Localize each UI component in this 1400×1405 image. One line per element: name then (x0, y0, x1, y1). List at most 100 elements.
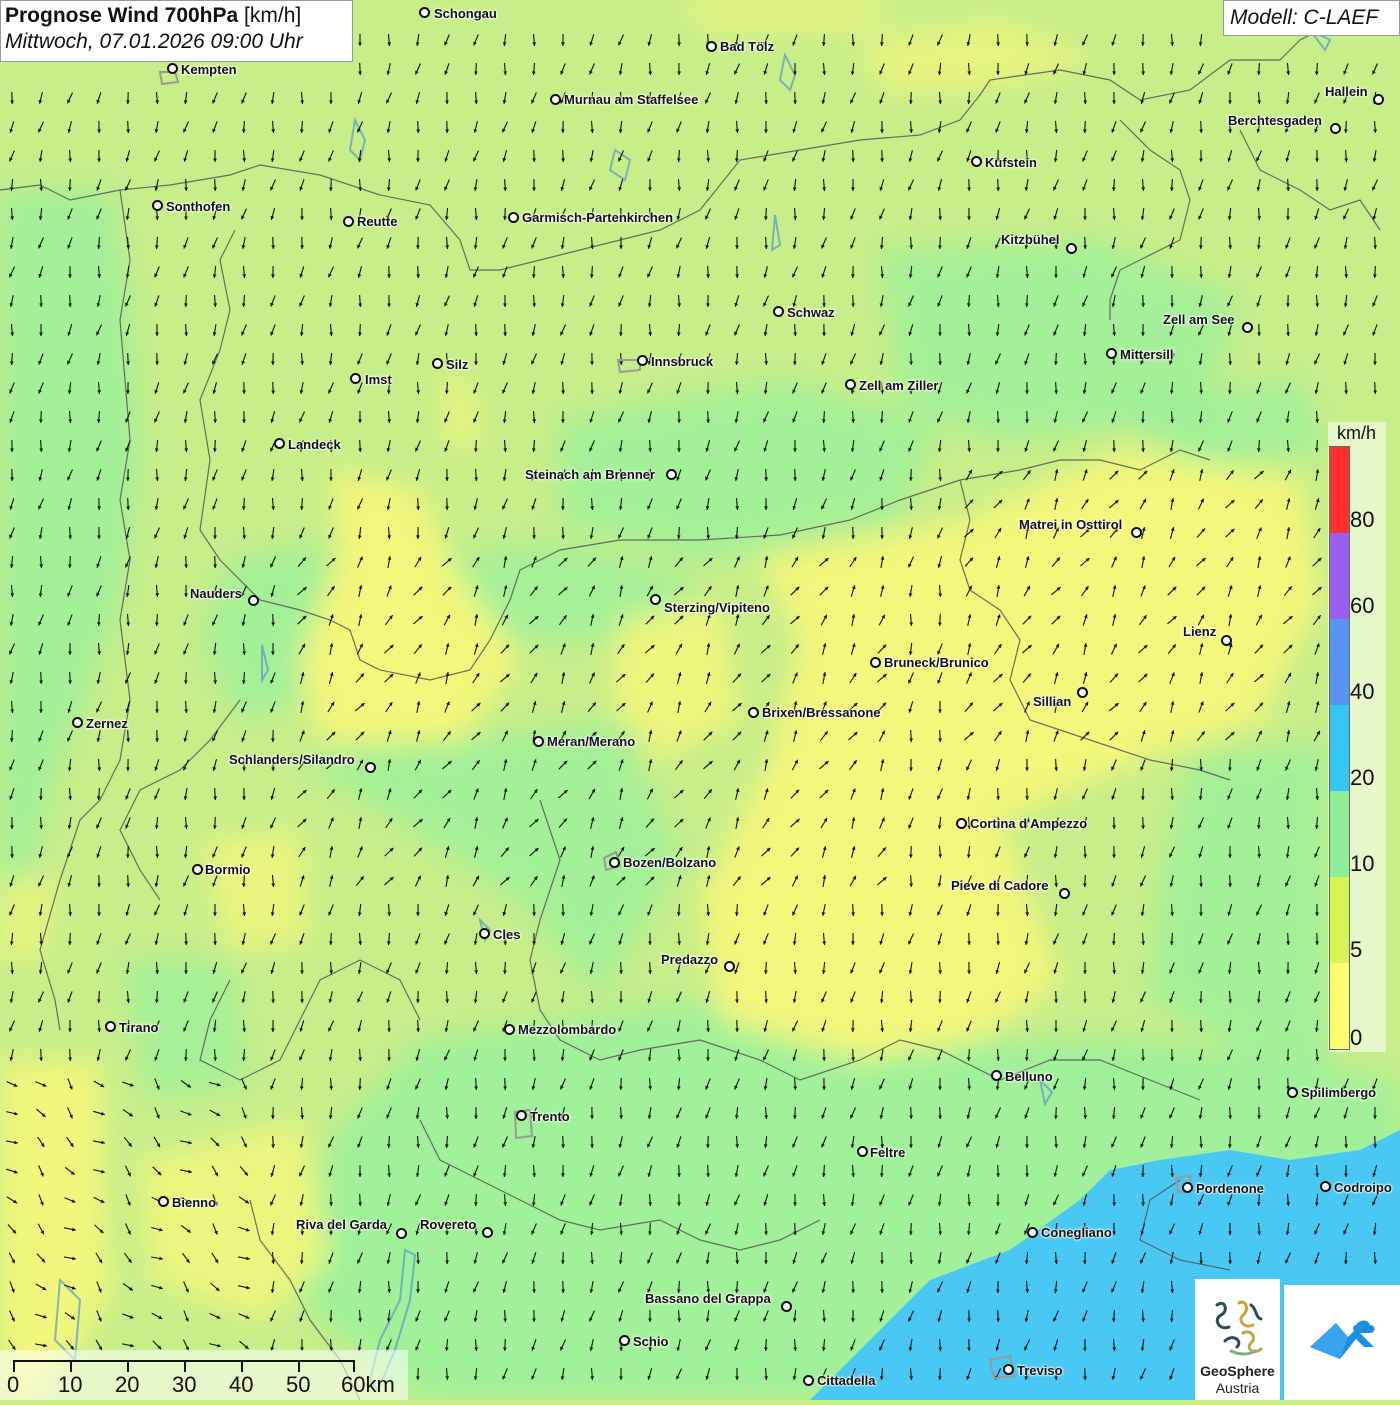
legend-seg-80 (1330, 447, 1349, 533)
city-label-imst: Imst (365, 372, 392, 387)
city-label-meran-merano: Meran/Merano (547, 734, 635, 749)
city-marker-mittersill (1106, 348, 1117, 359)
city-label-pieve-di-cadore: Pieve di Cadore (951, 878, 1049, 893)
city-label-pordenone: Pordenone (1196, 1181, 1264, 1196)
city-label-schongau: Schongau (434, 6, 497, 21)
city-marker-bad-t-lz (706, 41, 717, 52)
city-marker-schwaz (773, 306, 784, 317)
city-label-cles: Cles (493, 927, 520, 942)
city-label-sillian: Sillian (1033, 694, 1071, 709)
city-marker-landeck (274, 438, 285, 449)
city-label-schio: Schio (633, 1334, 668, 1349)
city-marker-belluno (991, 1070, 1002, 1081)
city-label-zell-am-see: Zell am See (1163, 312, 1235, 327)
city-label-sonthofen: Sonthofen (166, 199, 230, 214)
city-label-lienz: Lienz (1183, 624, 1216, 639)
city-marker-bozen-bolzano (609, 857, 620, 868)
city-label-schlanders-silandro: Schlanders/Silandro (229, 752, 355, 767)
city-label-kempten: Kempten (181, 62, 237, 77)
city-label-zell-am-ziller: Zell am Ziller (859, 378, 938, 393)
city-label-schwaz: Schwaz (787, 305, 835, 320)
mountain-app-icon (1284, 1285, 1400, 1400)
city-label-spilimbergo: Spilimbergo (1301, 1085, 1376, 1100)
city-marker-schongau (419, 7, 430, 18)
city-marker-tirano (105, 1021, 116, 1032)
city-marker-kufstein (971, 156, 982, 167)
city-marker-pieve-di-cadore (1059, 888, 1070, 899)
scale-label-60: 60km (341, 1372, 395, 1398)
city-marker-spilimbergo (1287, 1087, 1298, 1098)
city-label-sterzing-vipiteno: Sterzing/Vipiteno (664, 600, 770, 615)
city-marker-trento (516, 1110, 527, 1121)
city-marker-predazzo (724, 961, 735, 972)
city-label-treviso: Treviso (1017, 1363, 1063, 1378)
city-marker-bassano-del-grappa (781, 1301, 792, 1312)
city-label-bozen-bolzano: Bozen/Bolzano (623, 855, 716, 870)
city-label-mittersill: Mittersill (1120, 347, 1173, 362)
legend-label-5: 5 (1350, 937, 1362, 963)
city-marker-cittadella (803, 1375, 814, 1386)
city-marker-innsbruck (637, 355, 648, 366)
scale-tick (353, 1360, 355, 1372)
city-label-trento: Trento (530, 1109, 570, 1124)
legend-unit: km/h (1337, 423, 1376, 444)
legend-label-20: 20 (1350, 765, 1374, 791)
city-label-riva-del-garda: Riva del Garda (296, 1217, 387, 1232)
city-label-kitzb-hel: Kitzbühel (1001, 232, 1060, 247)
city-marker-feltre (857, 1146, 868, 1157)
city-label-landeck: Landeck (288, 437, 341, 452)
city-marker-matrei-in-osttirol (1131, 527, 1142, 538)
scale-tick (127, 1360, 129, 1372)
city-label-bruneck-brunico: Bruneck/Brunico (884, 655, 989, 670)
city-marker-zell-am-ziller (845, 379, 856, 390)
city-label-kufstein: Kufstein (985, 155, 1037, 170)
city-label-murnau-am-staffelsee: Murnau am Staffelsee (564, 92, 698, 107)
scale-tick (70, 1360, 72, 1372)
city-marker-hallein (1373, 94, 1384, 105)
city-marker-cles (479, 928, 490, 939)
scale-tick (241, 1360, 243, 1372)
city-label-rovereto: Rovereto (420, 1217, 476, 1232)
city-marker-kempten (167, 63, 178, 74)
city-marker-bienno (158, 1196, 169, 1207)
forecast-datetime: Mittwoch, 07.01.2026 09:00 Uhr (5, 30, 348, 54)
city-label-cittadella: Cittadella (817, 1373, 876, 1388)
city-marker-cortina-d-ampezzo (956, 818, 967, 829)
city-label-nauders: Nauders (190, 586, 242, 601)
app-logo[interactable] (1284, 1285, 1400, 1400)
legend-label-80: 80 (1350, 507, 1374, 533)
scale-label-10: 10 (58, 1372, 82, 1398)
city-label-predazzo: Predazzo (661, 952, 718, 967)
city-marker-nauders (248, 595, 259, 606)
scale-tick (184, 1360, 186, 1372)
city-label-feltre: Feltre (870, 1145, 905, 1160)
city-marker-brixen-bressanone (748, 707, 759, 718)
scale-label-0: 0 (7, 1372, 19, 1398)
city-label-tirano: Tirano (119, 1020, 159, 1035)
city-marker-rovereto (482, 1227, 493, 1238)
city-marker-treviso (1003, 1364, 1014, 1375)
city-marker-kitzb-hel (1066, 243, 1077, 254)
geosphere-logo[interactable]: GeoSphere Austria (1195, 1279, 1280, 1400)
legend-label-10: 10 (1350, 851, 1374, 877)
legend-seg-20 (1330, 705, 1349, 791)
city-label-berchtesgaden: Berchtesgaden (1228, 113, 1322, 128)
city-label-zernez: Zernez (86, 716, 128, 731)
scale-label-50: 50 (286, 1372, 310, 1398)
city-label-silz: Silz (446, 357, 468, 372)
city-label-codroipo: Codroipo (1334, 1180, 1392, 1195)
city-marker-bruneck-brunico (870, 657, 881, 668)
city-marker-sterzing-vipiteno (650, 594, 661, 605)
city-marker-murnau-am-staffelsee (550, 94, 561, 105)
city-marker-berchtesgaden (1330, 123, 1341, 134)
city-label-belluno: Belluno (1005, 1069, 1053, 1084)
city-label-bienno: Bienno (172, 1195, 216, 1210)
city-marker-sonthofen (152, 200, 163, 211)
scale-label-20: 20 (115, 1372, 139, 1398)
city-label-bad-t-lz: Bad Tölz (720, 39, 774, 54)
scale-label-40: 40 (229, 1372, 253, 1398)
legend-seg-10 (1330, 791, 1349, 877)
model-label: Modell: C-LAEF (1223, 0, 1400, 36)
scale-tick (298, 1360, 300, 1372)
city-marker-sillian (1077, 687, 1088, 698)
